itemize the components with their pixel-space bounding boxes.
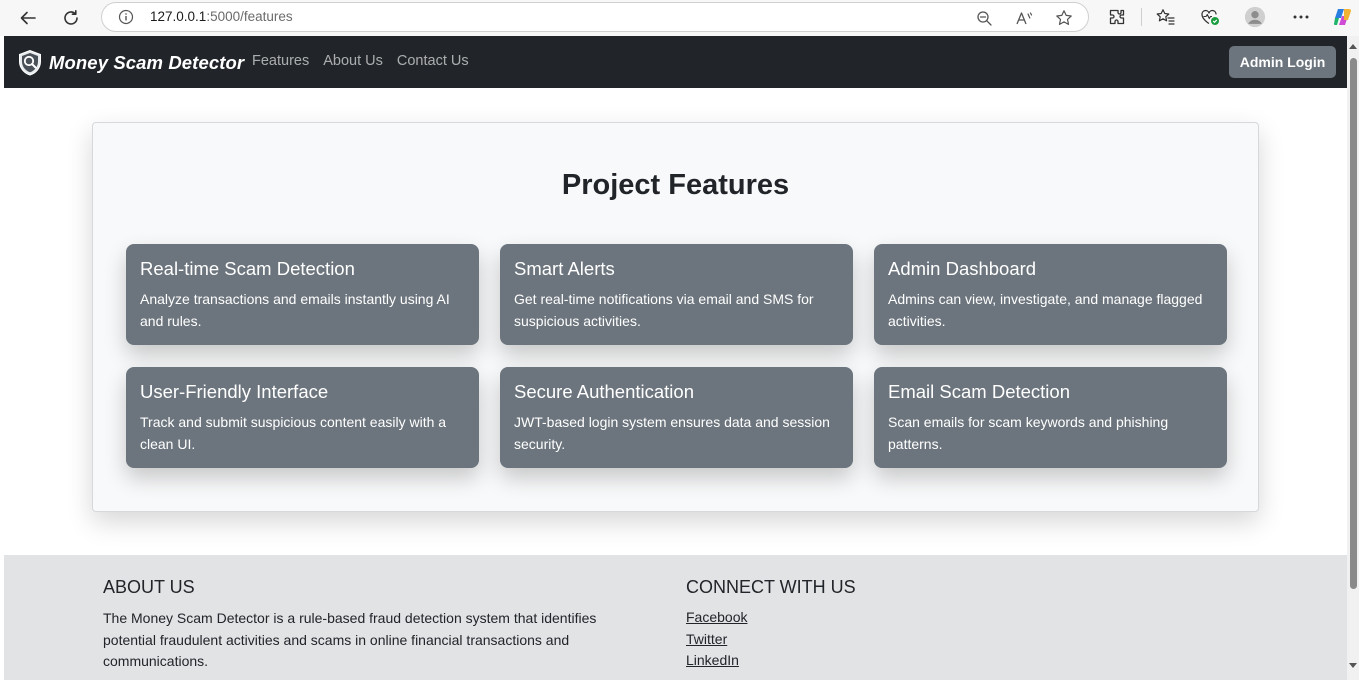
feature-card-description: Admins can view, investigate, and manage… [888,291,1203,329]
feature-card-description: Scan emails for scam keywords and phishi… [888,414,1169,452]
shield-logo-icon [19,49,41,76]
footer-connect: CONNECT WITH US Facebook Twitter LinkedI… [686,577,856,672]
extensions-icon[interactable] [1106,6,1128,28]
favorites-list-icon[interactable] [1155,6,1177,28]
page-title: Project Features [561,169,790,201]
scroll-thumb[interactable] [1350,58,1357,589]
site-navbar: Money Scam Detector Features About Us Co… [4,36,1347,88]
toolbar-separator [1141,8,1142,26]
nav-link-contact-us[interactable]: Contact Us [397,53,469,69]
feature-card-real-time-scam-detection[interactable]: Real-time Scam Detection Analyze transac… [126,244,479,345]
feature-card-description: Analyze transactions and emails instantl… [140,291,450,329]
copilot-icon[interactable] [1332,6,1354,28]
refresh-icon[interactable] [59,6,83,30]
favorite-star-icon[interactable] [1054,8,1074,28]
nav-link-features[interactable]: Features [252,53,309,69]
feature-card-title: Smart Alerts [514,258,615,279]
back-arrow-icon[interactable] [16,6,40,30]
footer-connect-heading: CONNECT WITH US [686,577,856,597]
site-info-icon[interactable] [118,9,134,25]
footer-social-links: Facebook Twitter LinkedIn [686,607,856,672]
zoom-out-icon[interactable] [974,8,994,28]
feature-card-title: Email Scam Detection [888,381,1070,402]
brand-name: Money Scam Detector [49,52,245,73]
features-panel: Project Features Real-time Scam Detectio… [92,122,1259,512]
browser-essentials-icon[interactable] [1199,6,1221,28]
feature-card-description: Track and submit suspicious content easi… [140,414,447,452]
feature-card-description: JWT-based login system ensures data and … [514,414,830,452]
feature-card-title: User-Friendly Interface [140,381,329,402]
read-aloud-icon[interactable] [1014,8,1034,28]
linkedin-link[interactable]: LinkedIn [686,650,856,672]
feature-card-email-scam-detection[interactable]: Email Scam Detection Scan emails for sca… [874,367,1227,468]
feature-card-description: Get real-time notifications via email an… [514,291,814,329]
more-options-icon[interactable] [1290,6,1312,28]
brand[interactable]: Money Scam Detector [16,49,244,77]
footer-about: ABOUT US The Money Scam Detector is a ru… [103,577,643,673]
scroll-up-arrow-icon[interactable] [1349,44,1357,49]
url-path: :5000/features [206,9,293,24]
feature-card-smart-alerts[interactable]: Smart Alerts Get real-time notifications… [500,244,853,345]
admin-login-button[interactable]: Admin Login [1229,46,1336,78]
address-bar[interactable]: 127.0.0.1:5000/features [101,2,1089,32]
vertical-scrollbar[interactable] [1347,36,1359,680]
nav-link-about-us[interactable]: About Us [323,53,383,69]
url-text[interactable]: 127.0.0.1:5000/features [150,9,293,24]
feature-card-title: Secure Authentication [514,381,694,402]
footer-about-text: The Money Scam Detector is a rule-based … [103,610,597,669]
twitter-link[interactable]: Twitter [686,629,856,651]
feature-card-secure-authentication[interactable]: Secure Authentication JWT-based login sy… [500,367,853,468]
site-footer: ABOUT US The Money Scam Detector is a ru… [4,555,1347,680]
nav-links: Features About Us Contact Us [252,53,483,69]
profile-avatar-icon[interactable] [1244,6,1266,28]
scroll-down-arrow-icon[interactable] [1349,663,1357,668]
feature-card-admin-dashboard[interactable]: Admin Dashboard Admins can view, investi… [874,244,1227,345]
url-host: 127.0.0.1 [150,9,207,24]
feature-card-title: Real-time Scam Detection [140,258,355,279]
facebook-link[interactable]: Facebook [686,607,856,629]
page-viewport: Money Scam Detector Features About Us Co… [4,36,1347,680]
feature-card-title: Admin Dashboard [888,258,1037,279]
footer-about-heading: ABOUT US [103,577,195,597]
browser-toolbar: 127.0.0.1:5000/features [0,0,1359,36]
feature-card-user-friendly-interface[interactable]: User-Friendly Interface Track and submit… [126,367,479,468]
